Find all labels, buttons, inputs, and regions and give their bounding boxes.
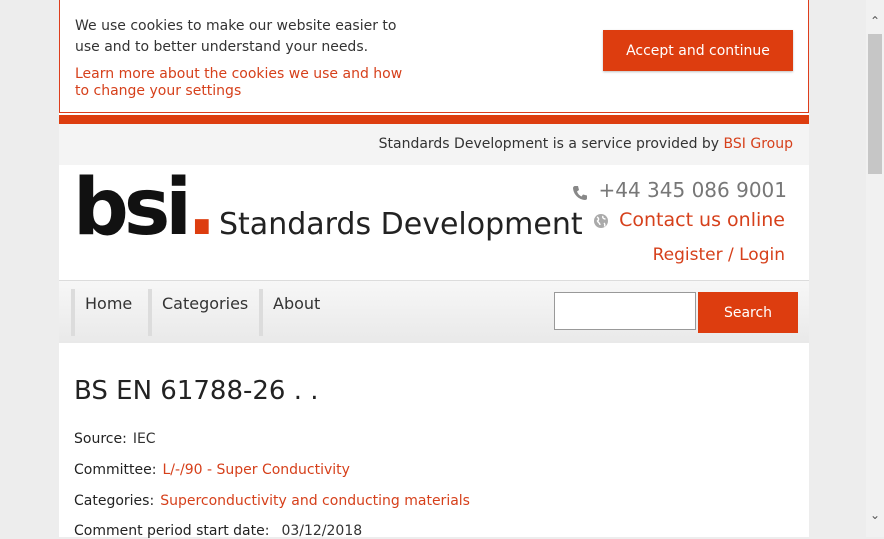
- scroll-up-icon[interactable]: ⌃: [866, 12, 884, 30]
- service-bar: Standards Development is a service provi…: [59, 124, 809, 165]
- cookie-message: We use cookies to make our website easie…: [75, 18, 397, 55]
- categories-field: Categories: Superconductivity and conduct…: [74, 493, 470, 509]
- cookie-settings-link[interactable]: Learn more about the cookies we use and …: [75, 66, 415, 100]
- site-title: Standards Development: [219, 207, 583, 242]
- site-header: bsi. Standards Development +44 345 086 9…: [59, 165, 809, 280]
- committee-link[interactable]: L/-/90 - Super Conductivity: [162, 462, 350, 478]
- accent-divider: [59, 115, 809, 124]
- page-container: We use cookies to make our website easie…: [59, 0, 809, 539]
- phone-number: +44 345 086 9001: [598, 178, 787, 202]
- scroll-down-icon[interactable]: ⌄: [866, 506, 884, 524]
- source-label: Source:: [74, 431, 127, 447]
- page-title: BS EN 61788-26 . .: [74, 376, 319, 406]
- categories-label: Categories:: [74, 493, 155, 509]
- cookie-banner: We use cookies to make our website easie…: [59, 0, 809, 113]
- bsi-group-link[interactable]: BSI Group: [724, 136, 793, 152]
- nav-item-categories[interactable]: Categories: [148, 289, 248, 336]
- accept-cookies-button[interactable]: Accept and continue: [603, 30, 793, 71]
- service-text: Standards Development is a service provi…: [378, 136, 724, 152]
- bsi-logo[interactable]: bsi.: [73, 169, 217, 247]
- source-value: IEC: [132, 431, 156, 447]
- service-notice: Standards Development is a service provi…: [379, 136, 793, 152]
- contact-online[interactable]: Contact us online: [593, 209, 785, 231]
- nav-item-about[interactable]: About: [259, 289, 320, 336]
- logo-dot: .: [187, 163, 217, 253]
- document-details: BS EN 61788-26 . . Source: IEC Committee:…: [59, 343, 809, 539]
- phone-icon: [572, 182, 588, 200]
- search-button[interactable]: Search: [698, 292, 798, 333]
- register-login-link[interactable]: Register / Login: [653, 245, 785, 265]
- logo-text: bsi: [73, 163, 192, 253]
- categories-link[interactable]: Superconductivity and conducting materia…: [160, 493, 470, 509]
- contact-link[interactable]: Contact us online: [619, 209, 785, 231]
- committee-label: Committee:: [74, 462, 157, 478]
- main-nav: Home Categories About Search: [59, 280, 809, 344]
- source-field: Source: IEC: [74, 431, 156, 447]
- page-scrollbar[interactable]: ⌃ ⌄: [866, 0, 884, 537]
- scroll-thumb[interactable]: [868, 34, 882, 174]
- globe-icon: [593, 212, 609, 228]
- phone-contact: +44 345 086 9001: [572, 178, 787, 202]
- search-input[interactable]: [554, 292, 696, 330]
- committee-field: Committee: L/-/90 - Super Conductivity: [74, 462, 350, 478]
- nav-item-home[interactable]: Home: [71, 289, 132, 336]
